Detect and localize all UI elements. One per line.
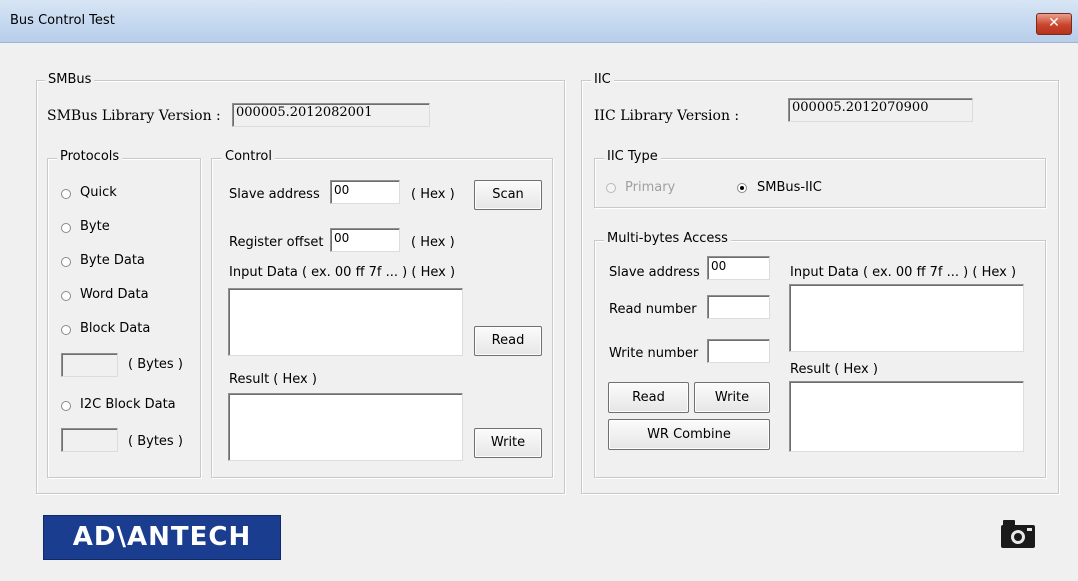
mb-result-textarea[interactable]: [789, 381, 1024, 452]
radio-block-data[interactable]: [61, 325, 71, 335]
radio-quick-label[interactable]: Quick: [80, 185, 117, 200]
mb-slave-address-label: Slave address: [609, 265, 700, 280]
radio-byte-label[interactable]: Byte: [80, 219, 110, 234]
iic-group-label: IIC: [591, 73, 614, 87]
scan-button[interactable]: Scan: [474, 180, 542, 210]
mb-read-button[interactable]: Read: [608, 382, 689, 413]
slave-address-label: Slave address: [229, 187, 320, 202]
radio-i2c-block-data-label[interactable]: I2C Block Data: [80, 397, 176, 412]
close-button[interactable]: ✕: [1036, 13, 1072, 35]
radio-word-data[interactable]: [61, 291, 71, 301]
register-offset-label: Register offset: [229, 235, 324, 250]
radio-primary-label: Primary: [625, 180, 676, 195]
radio-byte-data[interactable]: [61, 257, 71, 267]
mb-slave-address-input[interactable]: 00: [707, 256, 770, 280]
smbus-library-version-label: SMBus Library Version :: [47, 108, 221, 124]
wr-combine-button[interactable]: WR Combine: [608, 419, 770, 450]
radio-block-data-label[interactable]: Block Data: [80, 321, 150, 336]
block-bytes-field[interactable]: [61, 353, 118, 377]
radio-byte[interactable]: [61, 223, 71, 233]
advantech-logo: AD\ANTECH: [43, 515, 281, 560]
i2c-bytes-label: ( Bytes ): [128, 434, 183, 449]
slave-address-hex-label: ( Hex ): [411, 187, 455, 202]
radio-byte-data-label[interactable]: Byte Data: [80, 253, 145, 268]
read-number-input[interactable]: [707, 295, 770, 319]
iic-library-version-field: 000005.2012070900: [788, 98, 973, 122]
result-label: Result ( Hex ): [229, 372, 317, 387]
slave-address-input[interactable]: 00: [330, 180, 400, 204]
register-offset-hex-label: ( Hex ): [411, 235, 455, 250]
read-button[interactable]: Read: [474, 326, 542, 356]
smbus-group-label: SMBus: [45, 73, 95, 87]
protocols-group-label: Protocols: [57, 150, 123, 164]
radio-word-data-label[interactable]: Word Data: [80, 287, 149, 302]
camera-icon[interactable]: [1000, 517, 1036, 549]
write-button[interactable]: Write: [474, 428, 542, 458]
i2c-bytes-field[interactable]: [61, 428, 118, 452]
smbus-library-version-field: 000005.2012082001: [232, 103, 430, 127]
input-data-label: Input Data ( ex. 00 ff 7f ... ) ( Hex ): [229, 265, 456, 280]
title-bar: [0, 0, 1078, 43]
mb-result-label: Result ( Hex ): [790, 362, 878, 377]
iic-library-version-label: IIC Library Version :: [594, 108, 740, 124]
mb-write-button[interactable]: Write: [694, 382, 770, 413]
write-number-label: Write number: [609, 346, 699, 361]
mb-input-data-label: Input Data ( ex. 00 ff 7f ... ) ( Hex ): [790, 265, 1017, 280]
mb-input-data-textarea[interactable]: [789, 284, 1024, 352]
input-data-textarea[interactable]: [228, 288, 463, 356]
radio-primary: [606, 183, 616, 193]
read-number-label: Read number: [609, 302, 697, 317]
register-offset-input[interactable]: 00: [330, 228, 400, 252]
result-textarea[interactable]: [228, 393, 463, 461]
write-number-input[interactable]: [707, 339, 770, 363]
radio-quick[interactable]: [61, 189, 71, 199]
control-group-label: Control: [222, 150, 275, 164]
iic-type-group-label: IIC Type: [604, 150, 661, 164]
multibyte-group-label: Multi-bytes Access: [604, 232, 731, 246]
block-bytes-label: ( Bytes ): [128, 357, 183, 372]
radio-smbus-iic-label[interactable]: SMBus-IIC: [757, 180, 822, 195]
window-title: Bus Control Test: [10, 13, 115, 28]
radio-i2c-block-data[interactable]: [61, 401, 71, 411]
radio-smbus-iic[interactable]: [737, 183, 747, 193]
